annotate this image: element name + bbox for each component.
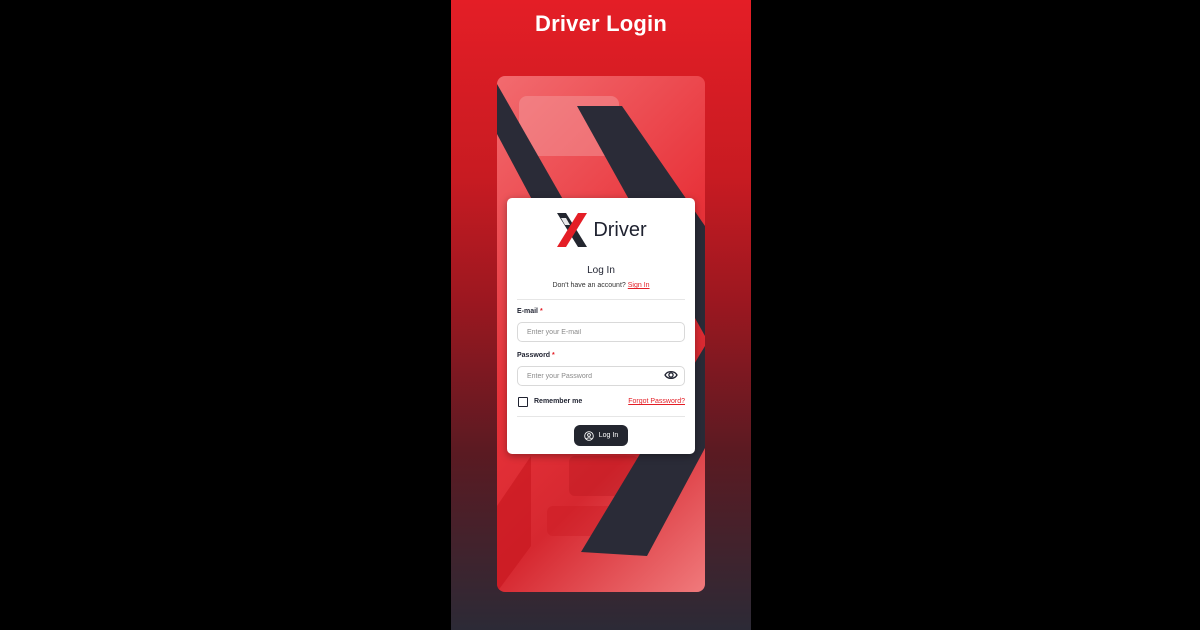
login-button[interactable]: Log In [574, 425, 628, 446]
remember-label: Remember me [534, 398, 583, 405]
password-label: Password * [517, 352, 555, 359]
no-account-text: Don't have an account? [552, 282, 626, 289]
remember-checkbox[interactable] [518, 397, 528, 407]
brand-name: Driver [593, 218, 647, 241]
login-heading: Log In [587, 265, 615, 276]
user-circle-icon [584, 430, 594, 441]
forgot-password-link[interactable]: Forgot Password? [628, 398, 685, 405]
x-logo-icon [557, 213, 588, 247]
login-card: Driver Log In Don't have an account? Sig… [507, 198, 695, 454]
sign-in-link[interactable]: Sign In [628, 282, 650, 289]
required-marker: * [539, 308, 543, 315]
divider [517, 416, 685, 417]
email-label-text: E-mail [517, 308, 539, 315]
required-marker: * [552, 352, 555, 359]
password-label-text: Password [517, 352, 551, 359]
divider [517, 299, 685, 300]
email-input[interactable] [517, 322, 685, 342]
page-title: Driver Login [535, 11, 667, 36]
password-input[interactable] [517, 366, 685, 386]
login-screen: Driver Login Driver Log In Don't have an… [451, 0, 751, 630]
eye-icon[interactable] [664, 369, 678, 381]
login-button-label: Log In [598, 432, 619, 439]
brand: Driver [507, 211, 695, 249]
email-label: E-mail * [517, 308, 543, 315]
signup-prompt: Don't have an account? Sign In [507, 282, 695, 289]
